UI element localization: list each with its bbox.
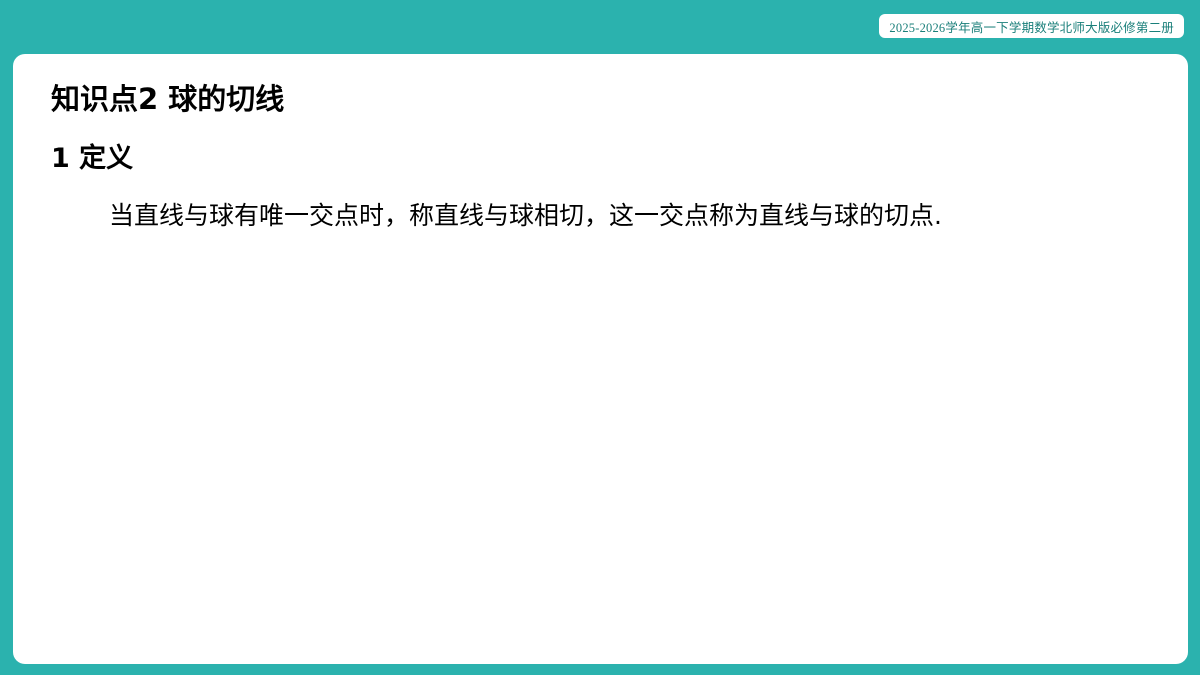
slide-frame: 2025-2026学年高一下学期数学北师大版必修第二册 知识点2 球的切线 1 … (0, 0, 1200, 675)
content-card: 知识点2 球的切线 1 定义 当直线与球有唯一交点时，称直线与球相切，这一交点称… (13, 54, 1188, 664)
course-label: 2025-2026学年高一下学期数学北师大版必修第二册 (889, 20, 1174, 35)
section-title: 知识点2 球的切线 (51, 82, 285, 116)
subsection-title: 1 定义 (51, 143, 134, 174)
course-badge: 2025-2026学年高一下学期数学北师大版必修第二册 (879, 14, 1184, 38)
definition-text: 当直线与球有唯一交点时，称直线与球相切，这一交点称为直线与球的切点. (109, 201, 942, 230)
